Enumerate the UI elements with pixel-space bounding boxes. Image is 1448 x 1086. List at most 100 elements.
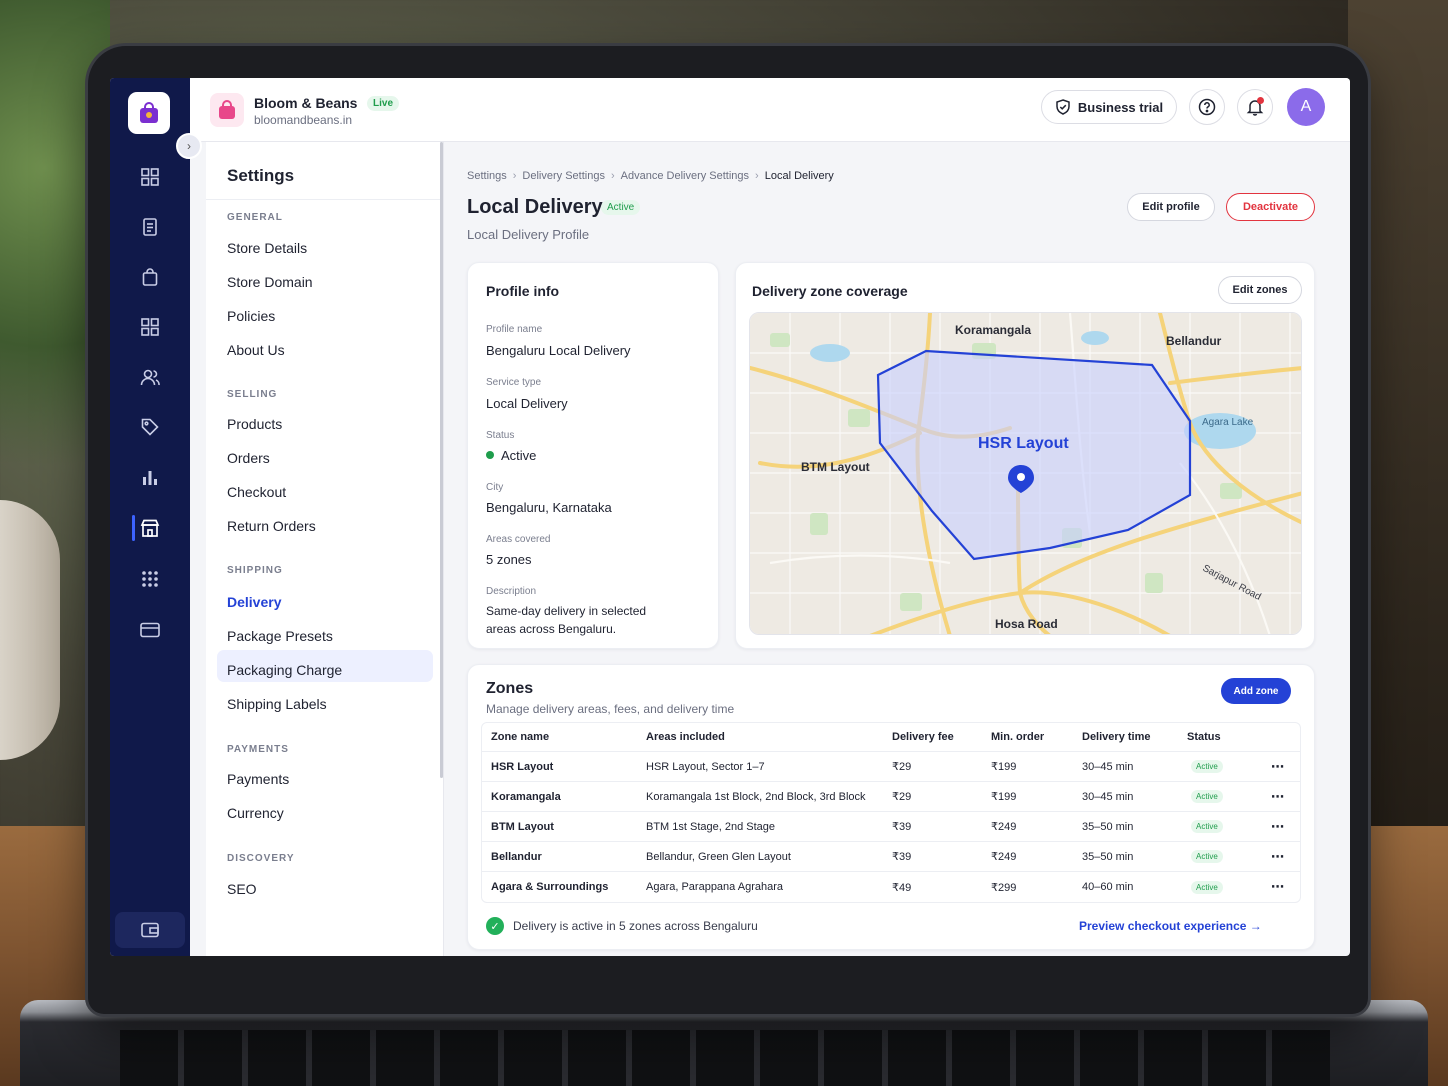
- table-row[interactable]: HSR Layout HSR Layout, Sector 1–7 ₹29 ₹1…: [482, 752, 1300, 782]
- menu-item-about-us[interactable]: About Us: [227, 342, 285, 358]
- status-text: Active: [501, 448, 537, 463]
- menu-item-payments[interactable]: Payments: [227, 771, 289, 787]
- notification-dot: [1257, 97, 1264, 104]
- store-icon[interactable]: [138, 516, 162, 540]
- col-status: Status: [1187, 731, 1221, 743]
- zone-name: Agara & Surroundings: [491, 881, 609, 893]
- notifications-button[interactable]: [1237, 89, 1273, 125]
- edit-profile-button[interactable]: Edit profile: [1127, 193, 1215, 221]
- more-options-icon[interactable]: ⋯: [1271, 872, 1285, 902]
- menu-item-currency[interactable]: Currency: [227, 805, 284, 821]
- menu-item-package-presets[interactable]: Package Presets: [227, 628, 333, 644]
- delivery-zone-coverage-card: Delivery zone coverage Edit zones HSR La…: [735, 262, 1315, 649]
- breadcrumb-settings[interactable]: Settings: [467, 170, 507, 182]
- map-label-hsr: HSR Layout: [978, 435, 1069, 452]
- help-button[interactable]: [1189, 89, 1225, 125]
- breadcrumb-delivery-settings[interactable]: Delivery Settings: [522, 170, 605, 182]
- map-svg[interactable]: HSR Layout Koramangala Bellandur Agara L…: [750, 313, 1302, 635]
- top-bar: Bloom & Beans Live bloomandbeans.in Busi…: [190, 78, 1350, 142]
- table-row[interactable]: Bellandur Bellandur, Green Glen Layout ₹…: [482, 842, 1300, 872]
- section-label-selling: SELLING: [227, 389, 278, 400]
- zone-min-order: ₹249: [991, 851, 1017, 863]
- coverage-map[interactable]: HSR Layout Koramangala Bellandur Agara L…: [749, 312, 1302, 635]
- customers-icon[interactable]: [138, 365, 162, 389]
- bag-icon[interactable]: [138, 265, 162, 289]
- shield-check-icon: [1056, 99, 1070, 115]
- breadcrumb: Settings › Delivery Settings › Advance D…: [467, 170, 834, 182]
- menu-item-orders[interactable]: Orders: [227, 450, 270, 466]
- menu-item-policies[interactable]: Policies: [227, 308, 275, 324]
- apps-icon[interactable]: [138, 315, 162, 339]
- map-label-btm: BTM Layout: [801, 460, 870, 474]
- zone-min-order: ₹249: [991, 821, 1017, 833]
- menu-item-packaging-charge[interactable]: Packaging Charge: [227, 662, 342, 678]
- zone-min-order: ₹299: [991, 881, 1017, 894]
- sidebar-collapse-button[interactable]: ›: [176, 133, 202, 159]
- field-value-profile-name: Bengaluru Local Delivery: [486, 343, 631, 358]
- laptop-keyboard: [120, 1030, 1330, 1086]
- edit-zones-button[interactable]: Edit zones: [1218, 276, 1302, 304]
- menu-item-seo[interactable]: SEO: [227, 881, 257, 897]
- preview-checkout-link[interactable]: Preview checkout experience →: [1079, 919, 1262, 933]
- field-label-status: Status: [486, 430, 515, 441]
- col-min-order: Min. order: [991, 731, 1045, 743]
- table-row[interactable]: Agara & Surroundings Agara, Parappana Ag…: [482, 872, 1300, 902]
- app-screen: › Bloom & Beans Live bloomandbeans.in Bu…: [110, 78, 1350, 956]
- zones-table: Zone name Areas included Delivery fee Mi…: [481, 722, 1301, 903]
- settings-scrollbar[interactable]: [440, 142, 443, 778]
- zone-status-badge: Active: [1191, 790, 1223, 803]
- section-label-discovery: DISCOVERY: [227, 853, 295, 864]
- more-options-icon[interactable]: ⋯: [1271, 812, 1285, 841]
- map-label-agara-lake: Agara Lake: [1202, 417, 1254, 428]
- col-delivery-fee: Delivery fee: [892, 731, 954, 743]
- more-options-icon[interactable]: ⋯: [1271, 752, 1285, 781]
- field-label-city: City: [486, 482, 504, 493]
- more-options-icon[interactable]: ⋯: [1271, 842, 1285, 871]
- deactivate-button[interactable]: Deactivate: [1226, 193, 1315, 221]
- orders-icon[interactable]: [138, 215, 162, 239]
- grid-dots-icon[interactable]: [138, 567, 162, 591]
- settings-title: Settings: [227, 166, 295, 185]
- settings-sidebar: Settings GENERAL Store Details Store Dom…: [206, 142, 444, 956]
- field-label-areas-covered: Areas covered: [486, 534, 551, 545]
- field-value-description-line-2: areas across Bengaluru.: [486, 622, 617, 636]
- chevron-right-icon: ›: [187, 139, 191, 153]
- zone-time: 35–50 min: [1082, 850, 1134, 863]
- zone-fee: ₹29: [892, 791, 912, 803]
- menu-item-return-orders[interactable]: Return Orders: [227, 518, 316, 534]
- menu-item-checkout[interactable]: Checkout: [227, 484, 286, 500]
- store-logo[interactable]: [210, 93, 244, 127]
- business-trial-button[interactable]: Business trial: [1041, 90, 1177, 124]
- wallet-icon[interactable]: [115, 912, 185, 948]
- field-value-status: Active: [486, 447, 536, 465]
- menu-item-shipping-labels[interactable]: Shipping Labels: [227, 696, 327, 712]
- zone-time: 40–60 min: [1082, 881, 1134, 893]
- app-logo[interactable]: [128, 92, 170, 134]
- breadcrumb-local-delivery: Local Delivery: [764, 170, 834, 182]
- breadcrumb-advance-delivery-settings[interactable]: Advance Delivery Settings: [621, 170, 749, 182]
- table-row[interactable]: Koramangala Koramangala 1st Block, 2nd B…: [482, 782, 1300, 812]
- menu-item-products[interactable]: Products: [227, 416, 282, 432]
- zone-fee: ₹39: [892, 851, 912, 863]
- profile-info-heading: Profile info: [486, 283, 560, 299]
- zone-status-badge: Active: [1191, 820, 1223, 833]
- col-areas-included: Areas included: [646, 731, 725, 743]
- col-zone-name: Zone name: [491, 731, 550, 743]
- more-options-icon[interactable]: ⋯: [1271, 782, 1285, 811]
- user-avatar[interactable]: A: [1287, 88, 1325, 126]
- menu-item-store-domain[interactable]: Store Domain: [227, 274, 313, 290]
- menu-item-store-details[interactable]: Store Details: [227, 240, 307, 256]
- menu-item-delivery[interactable]: Delivery: [227, 594, 281, 610]
- page-title: Local Delivery: [467, 196, 603, 218]
- help-circle-icon: [1198, 98, 1216, 116]
- zone-areas: Bellandur, Green Glen Layout: [646, 850, 791, 863]
- delivery-active-note: Delivery is active in 5 zones across Ben…: [513, 919, 758, 933]
- tag-icon[interactable]: [138, 415, 162, 439]
- analytics-icon[interactable]: [138, 465, 162, 489]
- add-zone-button[interactable]: Add zone: [1221, 678, 1291, 704]
- table-row[interactable]: BTM Layout BTM 1st Stage, 2nd Stage ₹39 …: [482, 812, 1300, 842]
- zone-areas: BTM 1st Stage, 2nd Stage: [646, 820, 776, 833]
- dashboard-icon[interactable]: [138, 165, 162, 189]
- field-value-city: Bengaluru, Karnataka: [486, 500, 612, 515]
- card-icon[interactable]: [138, 618, 162, 642]
